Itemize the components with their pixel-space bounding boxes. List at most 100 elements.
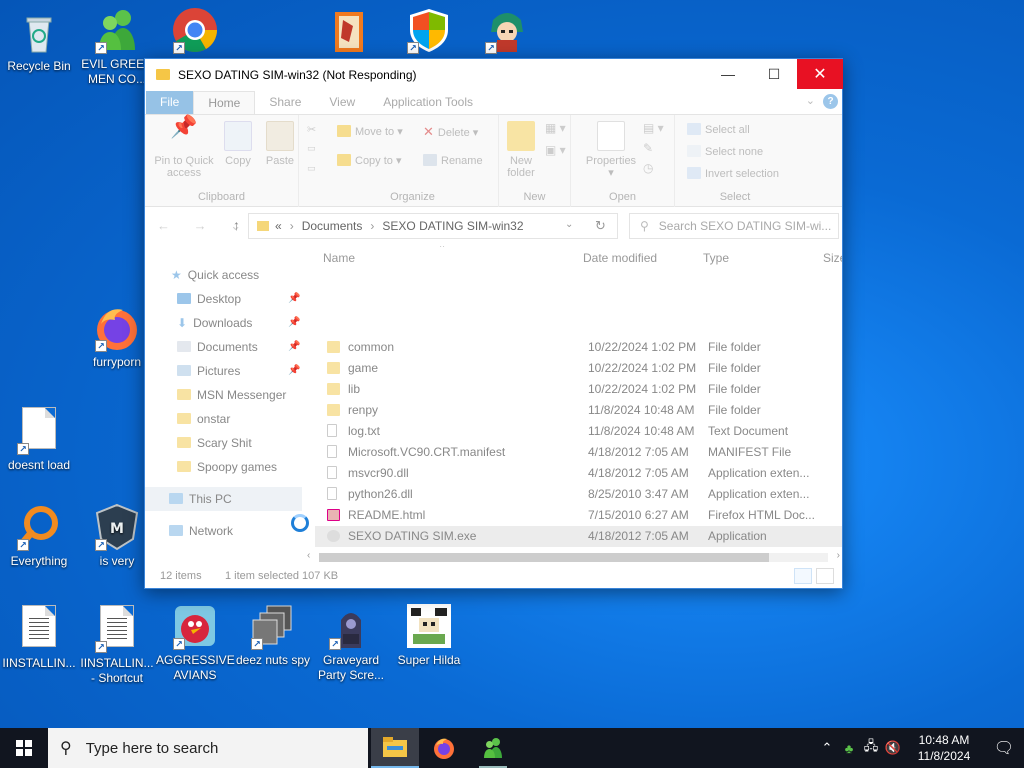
up-arrow-icon[interactable]: ↑ — [233, 217, 240, 233]
nav-msn-messenger[interactable]: MSN Messenger — [145, 383, 302, 407]
file-row[interactable]: game 10/22/2024 1:02 PM File folder — [315, 358, 842, 379]
notification-icon[interactable]: 🗨 — [984, 738, 1024, 758]
desktop-icon-installing[interactable]: IINSTALLIN... — [0, 602, 78, 671]
clock[interactable]: 10:48 AM 11/8/2024 — [904, 732, 984, 764]
file-row[interactable]: README.html 7/15/2010 6:27 AM Firefox HTML… — [315, 505, 842, 526]
tab-view[interactable]: View — [315, 91, 369, 114]
chevron-up-icon[interactable]: ⌃ — [816, 740, 838, 756]
nav-scary-shit[interactable]: Scary Shit — [145, 431, 302, 455]
taskbar-msn-messenger[interactable] — [469, 728, 517, 768]
properties-button[interactable]: Properties ▾ — [581, 121, 641, 179]
search-input[interactable]: ⚲ Search SEXO DATING SIM-wi... — [629, 213, 839, 239]
nav-this-pc[interactable]: This PC — [145, 487, 302, 511]
column-size[interactable]: Size — [823, 251, 842, 265]
explorer-window[interactable]: SEXO DATING SIM-win32 (Not Responding) —… — [144, 58, 843, 589]
address-bar[interactable]: « › Documents › SEXO DATING SIM-win32 — [248, 213, 618, 239]
desktop-icon-everything[interactable]: ↗ Everything — [0, 503, 78, 569]
rename-button[interactable]: Rename — [423, 152, 483, 170]
nav-quick-access[interactable]: ★ Quick access — [145, 263, 302, 287]
copy-to-button[interactable]: Copy to ▾ — [337, 152, 402, 170]
column-type[interactable]: Type — [703, 251, 729, 265]
select-all-button[interactable]: Select all — [687, 121, 750, 139]
nav-pictures[interactable]: Pictures 📌 — [145, 359, 302, 383]
copy-button[interactable]: Copy — [221, 121, 255, 167]
large-icons-view-icon[interactable] — [816, 568, 834, 584]
desktop-icon-character[interactable]: ↗ — [468, 6, 546, 57]
file-row[interactable]: renpy 11/8/2024 10:48 AM File folder — [315, 400, 842, 421]
desktop-icon-graveyard[interactable]: ↗ Graveyard Party Scre... — [312, 602, 390, 683]
desktop-icon-deez-nuts-spy[interactable]: ↗ deez nuts spy — [234, 602, 312, 668]
nav-network[interactable]: Network — [145, 519, 302, 543]
breadcrumb-overflow[interactable]: « — [275, 219, 282, 233]
copy-path-icon[interactable]: ▭ — [307, 143, 316, 154]
breadcrumb-current-folder[interactable]: SEXO DATING SIM-win32 — [382, 219, 523, 233]
msn-tray-icon[interactable]: ♣ — [838, 741, 860, 756]
taskbar-firefox[interactable] — [420, 728, 468, 768]
help-icon[interactable]: ? — [823, 94, 838, 109]
chevron-down-icon[interactable]: ⌄ — [806, 94, 815, 109]
taskbar-search-input[interactable]: ⚲ Type here to search — [48, 728, 368, 768]
desktop-icon-chrome[interactable]: ↗ — [156, 6, 234, 57]
desktop-icon-aggressive-avians[interactable]: ↗ AGGRESSIVE AVIANS — [156, 602, 235, 683]
title-bar[interactable]: SEXO DATING SIM-win32 (Not Responding) —… — [145, 59, 843, 90]
horizontal-scrollbar[interactable]: ‹ › — [305, 549, 842, 565]
pin-icon[interactable]: 📌 — [288, 287, 300, 311]
file-row[interactable]: log.txt 11/8/2024 10:48 AM Text Document — [315, 421, 842, 442]
scroll-left-icon[interactable]: ‹ — [307, 550, 310, 561]
nav-desktop[interactable]: Desktop 📌 — [145, 287, 302, 311]
file-row[interactable]: msvcr90.dll 4/18/2012 7:05 AM Application … — [315, 463, 842, 484]
move-to-button[interactable]: Move to ▾ — [337, 123, 403, 141]
pin-icon[interactable]: 📌 — [288, 359, 300, 383]
nav-documents[interactable]: Documents 📌 — [145, 335, 302, 359]
file-row[interactable]: Microsoft.VC90.CRT.manifest 4/18/2012 7:0… — [315, 442, 842, 463]
paste-shortcut-icon[interactable]: ▭ — [307, 163, 316, 174]
tab-share[interactable]: Share — [255, 91, 315, 114]
maximize-button[interactable]: ☐ — [751, 59, 797, 89]
new-item-icon[interactable]: ▦ ▾ — [545, 121, 566, 135]
file-row[interactable]: python26.dll 8/25/2010 3:47 AM Application… — [315, 484, 842, 505]
delete-button[interactable]: ✕ Delete ▾ — [423, 123, 478, 141]
desktop-icon-recycle-bin[interactable]: Recycle Bin — [0, 8, 78, 74]
history-icon[interactable]: ◷ — [643, 161, 653, 175]
file-row[interactable]: SEXO DATING SIM.exe 4/18/2012 7:05 AM Appl… — [315, 526, 842, 547]
desktop-icon-installing-shortcut[interactable]: ↗ IINSTALLIN... - Shortcut — [78, 602, 156, 686]
volume-muted-icon[interactable]: 🔇 — [882, 740, 904, 756]
new-folder-button[interactable]: New folder — [503, 121, 539, 179]
file-row[interactable]: SEXO DATING SIM.py 1/15/2013 6:48 PM PY Fi… — [315, 547, 842, 548]
details-view-icon[interactable] — [794, 568, 812, 584]
desktop-icon-game-card[interactable] — [310, 8, 388, 59]
tab-home[interactable]: Home — [193, 91, 256, 114]
desktop-icon-doesnt-load[interactable]: ↗ doesnt load — [0, 404, 78, 473]
chevron-down-icon[interactable]: ⌄ — [565, 219, 573, 230]
network-icon[interactable]: 🖧 — [860, 737, 882, 759]
pin-icon[interactable]: 📌 — [288, 335, 300, 359]
paste-button[interactable]: Paste — [263, 121, 297, 167]
pin-icon[interactable]: 📌 — [288, 311, 300, 335]
column-date-modified[interactable]: Date modified — [583, 251, 657, 265]
invert-selection-button[interactable]: Invert selection — [687, 165, 779, 183]
file-row[interactable]: lib 10/22/2024 1:02 PM File folder — [315, 379, 842, 400]
nav-spoopy-games[interactable]: Spoopy games — [145, 455, 302, 479]
nav-downloads[interactable]: ⬇ Downloads 📌 — [145, 311, 302, 335]
tab-application-tools[interactable]: Application Tools — [369, 91, 487, 114]
easy-access-icon[interactable]: ▣ ▾ — [545, 143, 566, 157]
file-row[interactable]: common 10/22/2024 1:02 PM File folder — [315, 337, 842, 358]
minimize-button[interactable]: — — [705, 59, 751, 89]
edit-icon[interactable]: ✎ — [643, 141, 653, 155]
desktop-icon-shield[interactable]: ↗ — [390, 6, 468, 57]
taskbar-file-explorer[interactable] — [371, 728, 419, 768]
refresh-icon[interactable]: ↻ — [595, 218, 606, 234]
close-button[interactable]: ✕ — [797, 59, 843, 89]
scroll-right-icon[interactable]: › — [837, 550, 840, 561]
pin-quick-access-button[interactable]: 📌 Pin to Quick access — [151, 116, 217, 180]
nav-onstar[interactable]: onstar — [145, 407, 302, 431]
scroll-thumb[interactable] — [319, 553, 769, 562]
select-none-button[interactable]: Select none — [687, 143, 763, 161]
desktop-icon-super-hilda[interactable]: Super Hilda — [390, 602, 468, 668]
open-icon[interactable]: ▤ ▾ — [643, 121, 664, 135]
tab-file[interactable]: File — [146, 91, 194, 114]
column-name[interactable]: Name — [323, 251, 355, 265]
breadcrumb-documents[interactable]: Documents — [302, 219, 363, 233]
cut-icon[interactable]: ✂ — [307, 123, 316, 136]
start-button[interactable] — [0, 728, 48, 768]
